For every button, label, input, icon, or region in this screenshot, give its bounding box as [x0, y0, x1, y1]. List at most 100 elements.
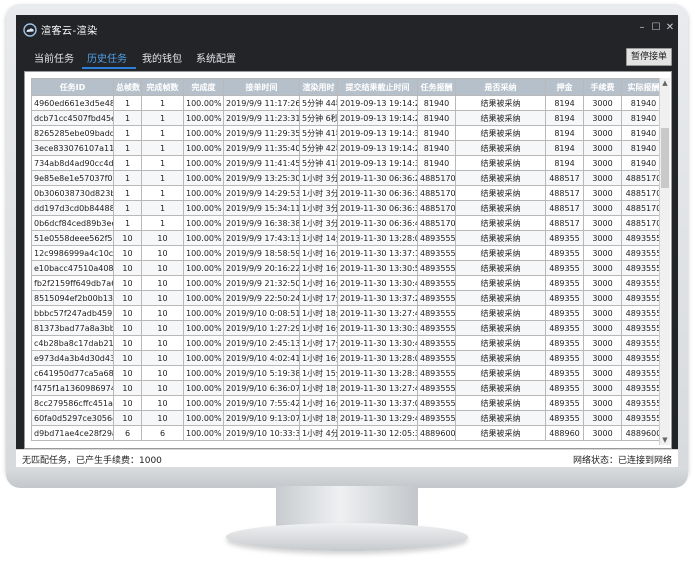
col-header-adopted[interactable]: 是否采纳: [455, 78, 546, 96]
tab-current-tasks[interactable]: 当前任务: [34, 50, 74, 65]
table-row[interactable]: e973d4a3b4d30d435151010100.00%2019/9/10 …: [31, 350, 659, 366]
table-cell: 结果被采纳: [455, 365, 546, 381]
table-row[interactable]: fb2f2159ff649db7a6181010100.00%2019/9/9 …: [31, 275, 659, 291]
table-cell: 4893555: [417, 230, 456, 246]
col-header-deposit[interactable]: 押金: [545, 78, 584, 96]
col-header-done-frames[interactable]: 完成帧数: [141, 78, 184, 96]
table-cell: 2019-11-30 13:28:02: [337, 230, 418, 246]
table-row[interactable]: 734ab8d4ad90cc4dcb911100.00%2019/9/9 11:…: [31, 155, 659, 171]
table-cell: 1: [141, 95, 184, 111]
close-icon[interactable]: ✕: [664, 21, 676, 35]
table-cell: 489355: [545, 275, 584, 291]
vertical-scrollbar[interactable]: ▲ ▼: [659, 78, 670, 445]
scrollbar-thumb[interactable]: [661, 128, 669, 188]
table-cell: 4893555: [621, 305, 659, 321]
table-row[interactable]: 8cc279586cffc451a70441010100.00%2019/9/1…: [31, 395, 659, 411]
table-cell: 4893555: [417, 320, 456, 336]
table-cell: 100.00%: [183, 425, 224, 441]
table-row[interactable]: 0b6dcf84ced89b3eee611100.00%2019/9/9 16:…: [31, 215, 659, 231]
tab-my-wallet[interactable]: 我的钱包: [142, 50, 182, 65]
table-cell: 488517: [545, 200, 584, 216]
table-cell: 1小时 3分钟: [299, 170, 338, 186]
table-header-row: 任务ID 总帧数 完成帧数 完成度 接单时间 渲染用时 提交结果截止时间 任务报…: [31, 78, 659, 96]
table-cell: 2019-11-30 12:05:34: [337, 425, 418, 441]
table-cell: 1: [113, 215, 142, 231]
table-cell: 2019-09-13 19:14:22: [337, 110, 418, 126]
table-row[interactable]: 81373bad77a8a3bb67f1010100.00%2019/9/10 …: [31, 320, 659, 336]
table-cell: 3000: [583, 260, 622, 276]
table-cell: 2019/9/9 17:43:13: [223, 230, 300, 246]
table-cell: 6: [113, 425, 142, 441]
col-header-reward[interactable]: 任务报酬: [417, 78, 456, 96]
table-cell: 4885170: [417, 170, 456, 186]
tab-system-settings[interactable]: 系统配置: [196, 50, 236, 65]
table-cell: fb2f2159ff649db7a618: [31, 275, 114, 291]
table-cell: 3000: [583, 110, 622, 126]
table-cell: 2019/9/9 21:32:50: [223, 275, 300, 291]
table-row[interactable]: 0b306038730d823b72e11100.00%2019/9/9 14:…: [31, 185, 659, 201]
window-title: 渲客云-渲染: [41, 26, 98, 37]
table-cell: 10: [141, 230, 184, 246]
scroll-down-icon[interactable]: ▼: [660, 435, 670, 445]
table-cell: 2019-11-30 06:36:28: [337, 170, 418, 186]
table-cell: 4885170: [417, 215, 456, 231]
table-cell: 10: [141, 275, 184, 291]
table-cell: 489355: [545, 260, 584, 276]
col-header-actual-reward[interactable]: 实际报酬: [621, 78, 659, 96]
table-cell: 2019-11-30 13:37:28: [337, 290, 418, 306]
table-row[interactable]: c4b28ba8c17dab21c5f1010100.00%2019/9/10 …: [31, 335, 659, 351]
table-row[interactable]: bbbc57f247adb4595ff81010100.00%2019/9/10…: [31, 305, 659, 321]
pause-orders-button[interactable]: 暂停接单: [626, 48, 672, 66]
table-row[interactable]: 8515094ef2b00b130e31010100.00%2019/9/9 2…: [31, 290, 659, 306]
col-header-progress[interactable]: 完成度: [183, 78, 224, 96]
table-cell: 2019/9/9 20:16:22: [223, 260, 300, 276]
table-cell: 4889600: [417, 425, 456, 441]
table-row[interactable]: c641950d77ca5a6804c21010100.00%2019/9/10…: [31, 365, 659, 381]
table-cell: 1小时 3分钟: [299, 185, 338, 201]
monitor-chin: [6, 468, 688, 488]
table-row[interactable]: 12c9986999a4c10cedb1010100.00%2019/9/9 1…: [31, 245, 659, 261]
col-header-accept-time[interactable]: 接单时间: [223, 78, 300, 96]
table-cell: 2019-11-30 13:27:43: [337, 380, 418, 396]
table-cell: 4893555: [621, 395, 659, 411]
col-header-total-frames[interactable]: 总帧数: [113, 78, 142, 96]
minimize-icon[interactable]: –: [636, 21, 648, 35]
table-row[interactable]: 9e85e8e1e57037f061511100.00%2019/9/9 13:…: [31, 170, 659, 186]
table-cell: 1: [113, 155, 142, 171]
table-cell: 81940: [417, 110, 456, 126]
table-row[interactable]: 8265285ebe09baddbc011100.00%2019/9/9 11:…: [31, 125, 659, 141]
table-row[interactable]: 3ece833076107a11c2411100.00%2019/9/9 11:…: [31, 140, 659, 156]
maximize-icon[interactable]: ☐: [650, 21, 662, 35]
col-header-task-id[interactable]: 任务ID: [31, 78, 114, 96]
table-cell: 3000: [583, 290, 622, 306]
table-body: 4960ed661e3d5e483f211100.00%2019/9/9 11:…: [31, 95, 659, 441]
col-header-deadline[interactable]: 提交结果截止时间: [337, 78, 418, 96]
table-cell: 488517: [545, 215, 584, 231]
nav-bar: 当前任务 历史任务 我的钱包 系统配置: [16, 43, 678, 69]
table-cell: 2019-11-30 13:30:33: [337, 320, 418, 336]
history-table-viewport[interactable]: 任务ID 总帧数 完成帧数 完成度 接单时间 渲染用时 提交结果截止时间 任务报…: [31, 78, 659, 445]
table-row[interactable]: 51e0558deee562f57c71010100.00%2019/9/9 1…: [31, 230, 659, 246]
table-row[interactable]: f475f1a13609869740741010100.00%2019/9/10…: [31, 380, 659, 396]
table-row[interactable]: d9bd71ae4ce28f29a01c66100.00%2019/9/10 1…: [31, 425, 659, 441]
table-cell: 1小时 18分钟: [299, 410, 338, 426]
table-cell: 10: [113, 380, 142, 396]
table-row[interactable]: e10bacc47510a4082f61010100.00%2019/9/9 2…: [31, 260, 659, 276]
table-cell: 结果被采纳: [455, 305, 546, 321]
table-row[interactable]: 4960ed661e3d5e483f211100.00%2019/9/9 11:…: [31, 95, 659, 111]
table-cell: 5分钟 41秒: [299, 155, 338, 171]
table-cell: 734ab8d4ad90cc4dcb9: [31, 155, 114, 171]
table-row[interactable]: dcb71cc4507fbd45ec9311100.00%2019/9/9 11…: [31, 110, 659, 126]
table-row[interactable]: 60fa0d5297ce305646dc1010100.00%2019/9/10…: [31, 410, 659, 426]
scroll-up-icon[interactable]: ▲: [660, 78, 670, 88]
table-cell: 4885170: [417, 185, 456, 201]
table-cell: 100.00%: [183, 245, 224, 261]
table-cell: 4893555: [417, 290, 456, 306]
tab-history-tasks[interactable]: 历史任务: [87, 50, 127, 65]
table-row[interactable]: dd197d3cd0b84488a6311100.00%2019/9/9 15:…: [31, 200, 659, 216]
table-cell: 4960ed661e3d5e483f2: [31, 95, 114, 111]
table-cell: 结果被采纳: [455, 95, 546, 111]
table-cell: 10: [113, 395, 142, 411]
col-header-render-duration[interactable]: 渲染用时: [299, 78, 338, 96]
col-header-fee[interactable]: 手续费: [583, 78, 622, 96]
